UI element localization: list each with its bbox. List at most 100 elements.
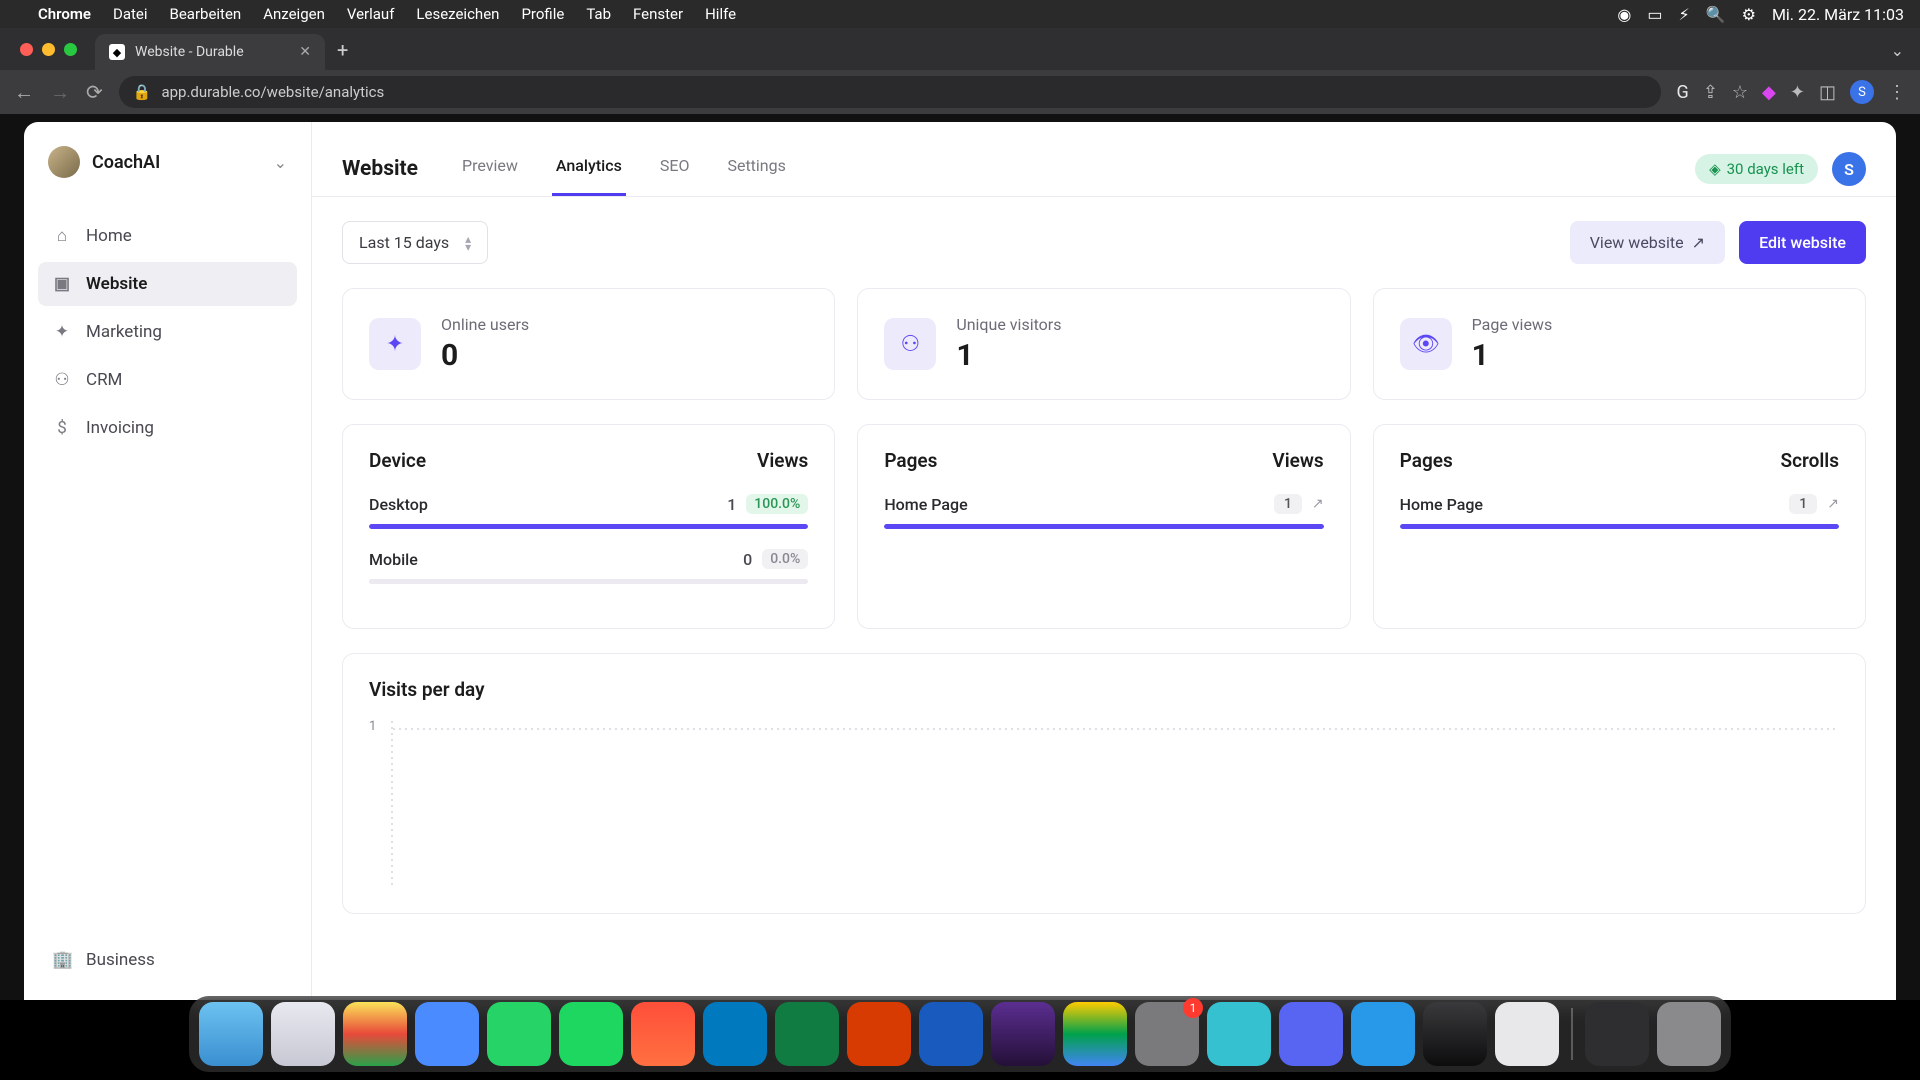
panel-col: Scrolls [1781,449,1839,472]
extensions-icon[interactable]: ✦ [1790,82,1805,103]
menu-datei[interactable]: Datei [113,5,148,23]
user-avatar[interactable]: S [1832,152,1866,186]
dock-app-icon[interactable] [199,1002,263,1066]
sidebar-item-marketing[interactable]: ✦ Marketing [38,310,297,354]
edit-website-button[interactable]: Edit website [1739,221,1866,264]
dock-app-icon[interactable] [703,1002,767,1066]
search-icon[interactable]: 🔍 [1706,5,1726,24]
record-icon[interactable]: ◉ [1617,5,1631,24]
tab-overflow-icon[interactable]: ⌄ [1875,31,1920,70]
dock-app-icon[interactable] [1279,1002,1343,1066]
business-icon: 🏢 [52,950,72,970]
dock-app-icon[interactable] [991,1002,1055,1066]
org-switcher[interactable]: CoachAI ⌄ [38,140,297,184]
dock-app-icon[interactable] [1423,1002,1487,1066]
new-tab-button[interactable]: + [325,30,360,70]
sidepanel-icon[interactable]: ◫ [1819,82,1836,103]
tab-seo[interactable]: SEO [656,142,694,196]
tab-preview[interactable]: Preview [458,142,522,196]
invoicing-icon: $ [52,418,72,438]
stat-label: Page views [1472,315,1553,334]
device-row-desktop: Desktop 1 100.0% [369,494,808,529]
dock-app-icon[interactable] [487,1002,551,1066]
visits-title: Visits per day [369,678,1839,701]
external-link-icon[interactable]: ↗ [1312,496,1324,512]
tab-settings[interactable]: Settings [723,142,789,196]
dock-app-icon[interactable] [343,1002,407,1066]
dock-app-icon[interactable] [1207,1002,1271,1066]
dock-badge: 1 [1183,998,1203,1018]
menubar-datetime[interactable]: Mi. 22. März 11:03 [1772,5,1904,24]
menu-hilfe[interactable]: Hilfe [705,5,736,23]
row-pct: 100.0% [746,494,808,514]
gridline [391,728,1839,730]
window-controls [20,43,77,56]
stat-card-unique-visitors: ⚇ Unique visitors 1 [857,288,1350,400]
menubar-app-name[interactable]: Chrome [38,5,91,23]
stat-cards-row: ✦ Online users 0 ⚇ Unique visitors 1 👁 [342,288,1866,400]
sidebar-nav: ⌂ Home ▣ Website ✦ Marketing ⚇ CRM $ Inv… [38,214,297,450]
sidebar-item-business[interactable]: 🏢 Business [38,938,297,982]
crm-icon: ⚇ [52,370,72,390]
sidebar-item-crm[interactable]: ⚇ CRM [38,358,297,402]
menu-profile[interactable]: Profile [521,5,564,23]
nav-back-icon[interactable]: ← [14,80,34,105]
people-icon: ⚇ [884,318,936,370]
dock-app-icon[interactable] [559,1002,623,1066]
stat-value: 0 [441,338,529,373]
app-shell: CoachAI ⌄ ⌂ Home ▣ Website ✦ Marketing ⚇… [24,122,1896,1000]
menu-fenster[interactable]: Fenster [633,5,683,23]
dock-app-icon[interactable] [1351,1002,1415,1066]
gridline-v [391,719,393,889]
sidebar-item-home[interactable]: ⌂ Home [38,214,297,258]
content: Last 15 days ▴▾ View website ↗ Edit webs… [312,197,1896,938]
extension-1-icon[interactable]: ◆ [1762,82,1776,103]
chevron-down-icon: ⌄ [274,153,287,172]
org-logo [48,146,80,178]
menu-anzeigen[interactable]: Anzeigen [263,5,325,23]
menu-verlauf[interactable]: Verlauf [347,5,395,23]
dock-app-icon[interactable] [1657,1002,1721,1066]
external-link-icon[interactable]: ↗ [1827,496,1839,512]
menu-bearbeiten[interactable]: Bearbeiten [169,5,241,23]
google-icon[interactable]: G [1677,82,1689,103]
date-range-select[interactable]: Last 15 days ▴▾ [342,221,488,264]
chrome-menu-icon[interactable]: ⋮ [1888,82,1906,103]
window-maximize-button[interactable] [64,43,77,56]
row-count: 0 [743,550,752,569]
dock-app-icon[interactable] [1063,1002,1127,1066]
wifi-icon[interactable]: ⚡︎ [1678,5,1689,24]
dock-app-icon[interactable] [631,1002,695,1066]
trial-badge[interactable]: ◈ 30 days left [1695,154,1818,184]
sidebar-item-website[interactable]: ▣ Website [38,262,297,306]
control-center-icon[interactable]: ⚙︎ [1742,5,1756,24]
dock-app-icon[interactable] [415,1002,479,1066]
row-label: Home Page [884,495,967,514]
window-minimize-button[interactable] [42,43,55,56]
window-close-button[interactable] [20,43,33,56]
dock-app-icon[interactable] [847,1002,911,1066]
dock-app-icon[interactable] [919,1002,983,1066]
sidebar-item-invoicing[interactable]: $ Invoicing [38,406,297,450]
dock-app-icon[interactable] [271,1002,335,1066]
view-website-button[interactable]: View website ↗ [1570,221,1725,264]
dock-app-icon[interactable] [1495,1002,1559,1066]
bookmark-icon[interactable]: ☆ [1732,82,1748,103]
dock-app-icon[interactable] [775,1002,839,1066]
dock-app-icon[interactable]: 1 [1135,1002,1199,1066]
menu-lesezeichen[interactable]: Lesezeichen [416,5,499,23]
reload-icon[interactable]: ⟳ [86,80,103,104]
tab-analytics[interactable]: Analytics [552,142,626,196]
url-input[interactable]: 🔒 app.durable.co/website/analytics [119,76,1661,108]
share-icon[interactable]: ⇪ [1703,82,1718,103]
dock-app-icon[interactable] [1585,1002,1649,1066]
browser-tab[interactable]: ◆ Website - Durable ✕ [95,34,325,70]
url-text: app.durable.co/website/analytics [161,83,384,101]
sidebar: CoachAI ⌄ ⌂ Home ▣ Website ✦ Marketing ⚇… [24,122,312,1000]
battery-icon[interactable]: ▭ [1647,5,1662,24]
menu-tab[interactable]: Tab [586,5,611,23]
profile-avatar[interactable]: S [1850,80,1874,104]
close-tab-icon[interactable]: ✕ [299,44,311,60]
button-label: View website [1590,233,1684,252]
visits-chart: 1 [369,719,1839,889]
